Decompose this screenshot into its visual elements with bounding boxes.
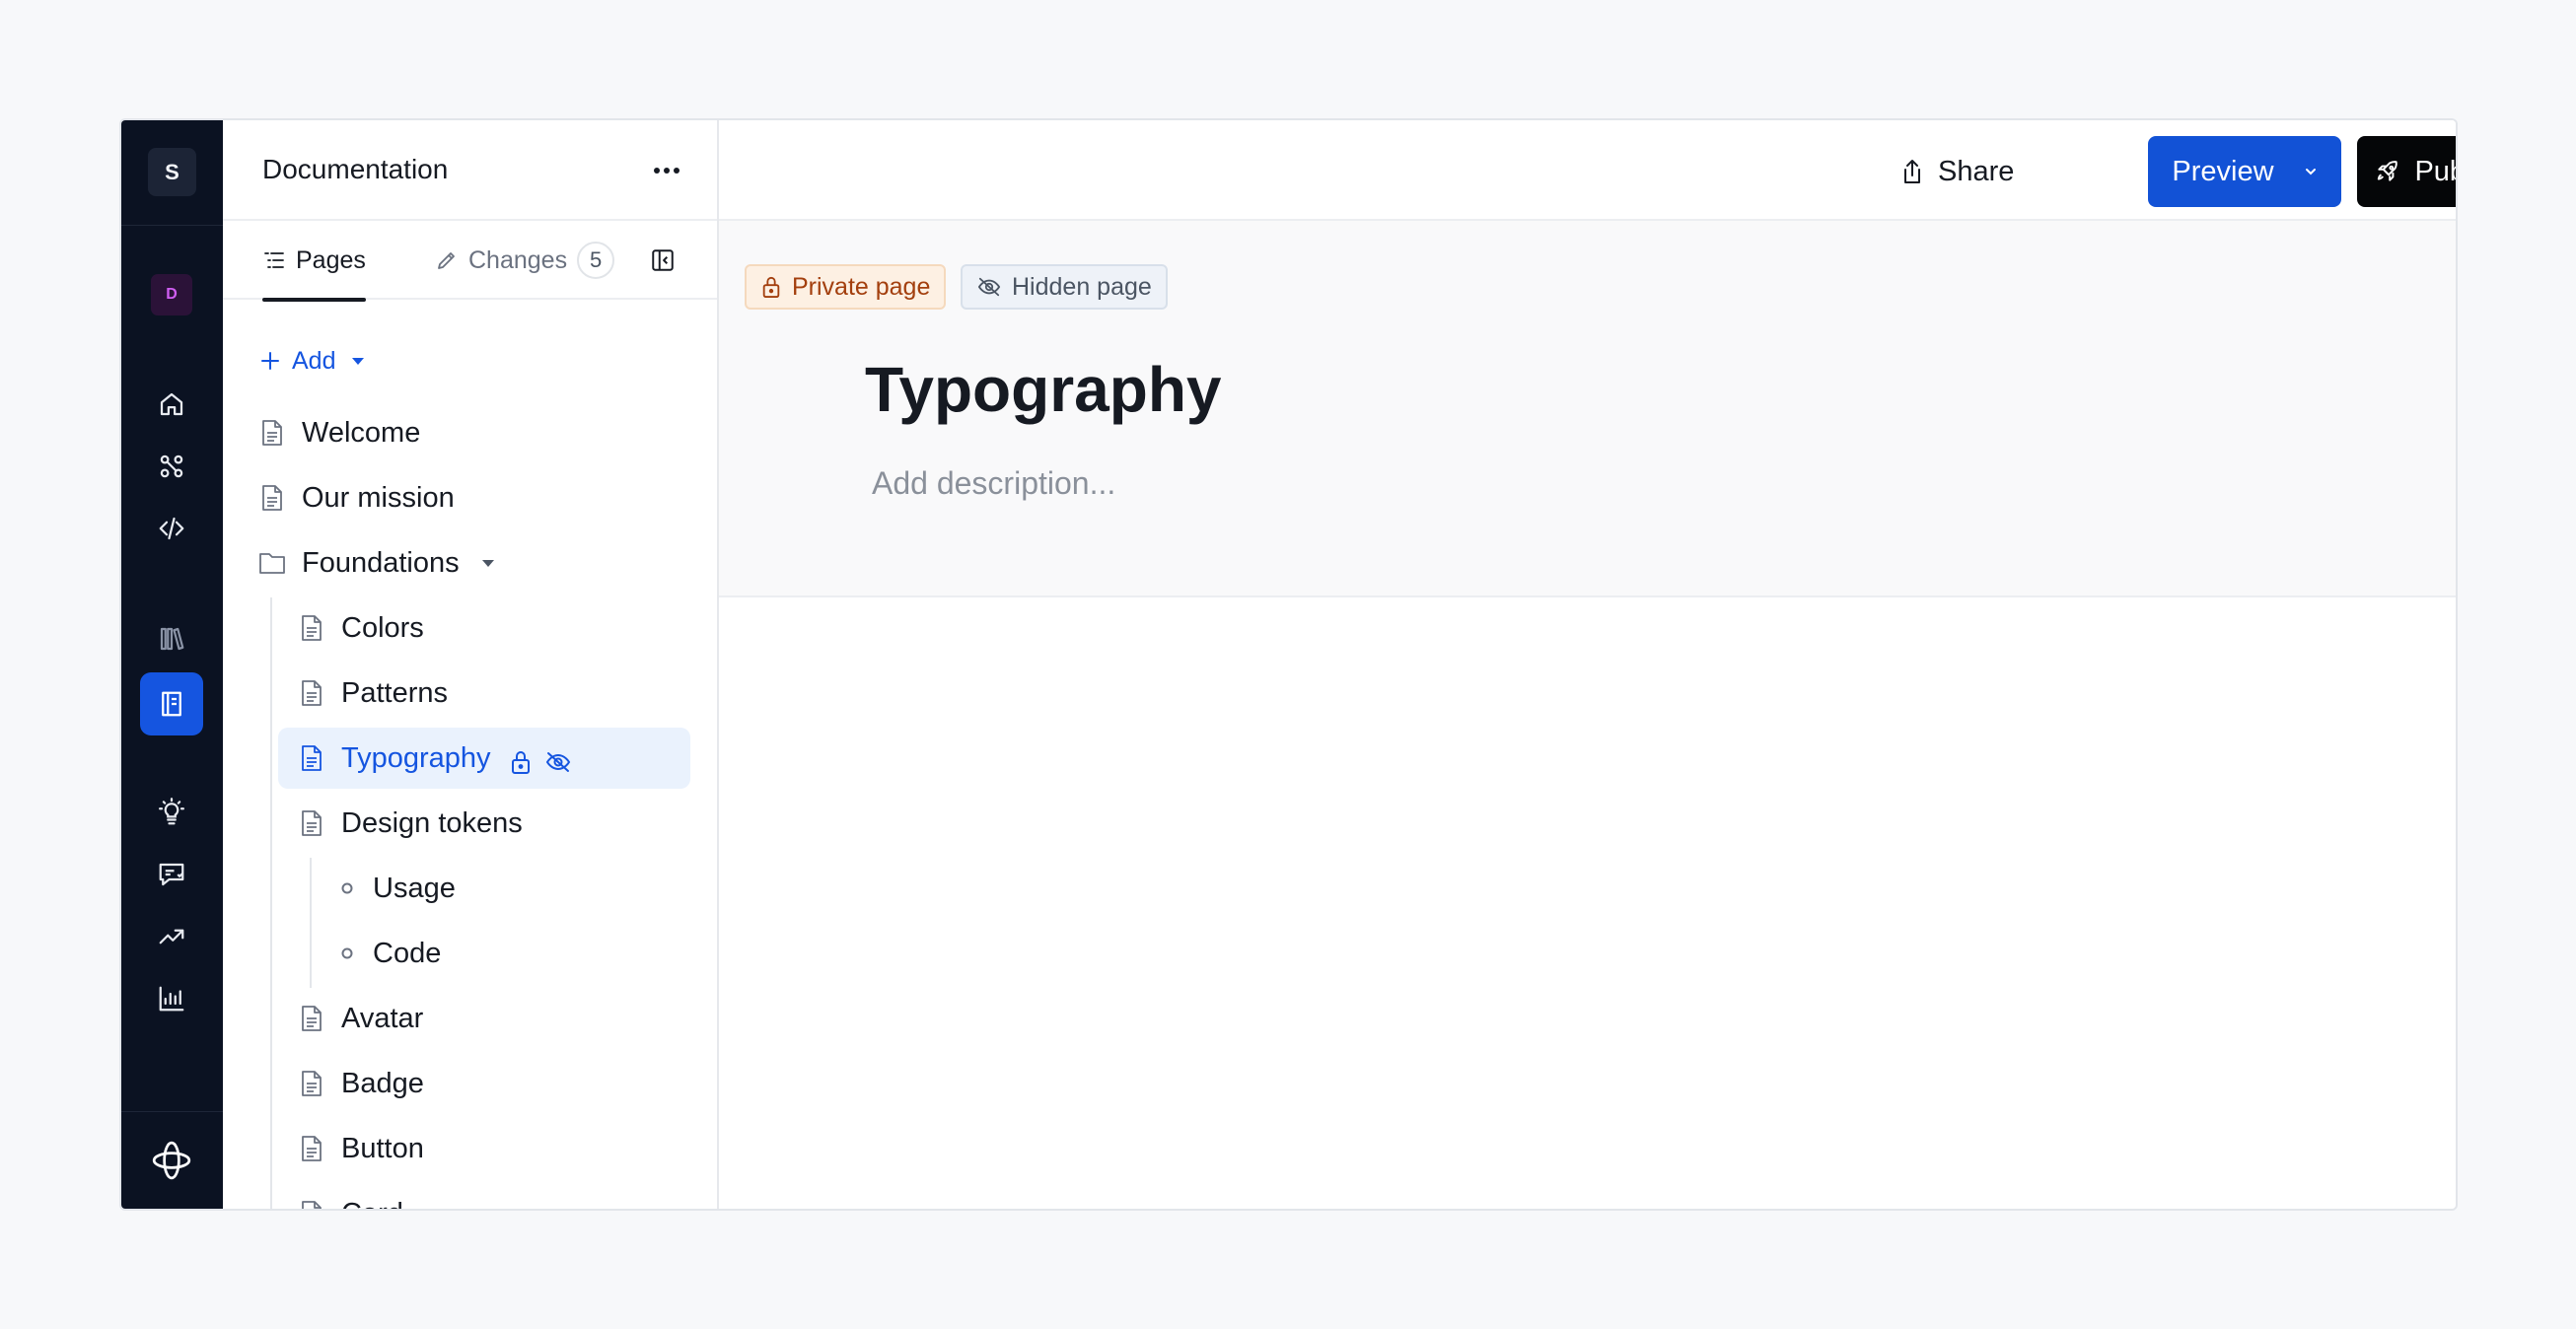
share-icon — [1900, 158, 1924, 185]
document-icon — [298, 679, 325, 707]
tree-item-avatar[interactable]: Avatar — [298, 988, 423, 1049]
tree-item-typography[interactable]: Typography — [278, 728, 690, 789]
folder-icon — [258, 549, 286, 577]
feedback-icon[interactable] — [140, 843, 203, 906]
eye-off-icon — [976, 276, 1002, 298]
tree-item-patterns[interactable]: Patterns — [298, 663, 448, 724]
sidebar-title: Documentation — [262, 154, 449, 184]
sidebar-tabs: Pages Changes 5 — [223, 221, 717, 302]
tab-pages[interactable]: Pages — [262, 221, 366, 302]
eye-off-icon — [544, 750, 572, 774]
home-icon[interactable] — [140, 373, 203, 436]
tree-item-label: Colors — [341, 611, 424, 644]
tab-changes-label: Changes — [468, 245, 568, 274]
editor-main: Share Preview Publish Private page Hidde… — [719, 120, 2456, 1209]
preview-button[interactable]: Preview — [2148, 136, 2341, 207]
changes-count-badge: 5 — [577, 242, 615, 279]
collapse-sidebar-icon[interactable] — [645, 243, 680, 278]
tree-item-label: Welcome — [302, 416, 421, 449]
tree-item-usage[interactable]: Usage — [337, 858, 456, 919]
tree-item-design-tokens[interactable]: Design tokens — [298, 793, 523, 854]
document-icon — [298, 1070, 325, 1097]
document-icon — [298, 1135, 325, 1162]
tree-item-code[interactable]: Code — [337, 923, 441, 984]
tree-item-card[interactable]: Card — [298, 1183, 403, 1210]
caret-down-icon — [351, 356, 365, 366]
share-button[interactable]: Share — [1883, 136, 2032, 207]
code-icon[interactable] — [140, 497, 203, 560]
app-window: S D Documentation Pages Changes 5 Add We… — [119, 118, 2458, 1211]
bullet-icon — [337, 940, 357, 967]
design-system-avatar[interactable]: D — [151, 274, 192, 315]
document-icon — [258, 484, 286, 512]
tree-item-foundations[interactable]: Foundations — [258, 532, 495, 594]
tree-item-label: Foundations — [302, 546, 460, 579]
tree-item-label: Patterns — [341, 676, 448, 709]
tree-item-badge[interactable]: Badge — [298, 1053, 424, 1114]
lock-icon — [509, 749, 533, 775]
brand-logo-icon[interactable] — [147, 1136, 196, 1185]
rail-divider — [121, 225, 223, 226]
tree-item-button[interactable]: Button — [298, 1118, 424, 1179]
tree-item-welcome[interactable]: Welcome — [258, 402, 420, 463]
tree-item-our-mission[interactable]: Our mission — [258, 467, 455, 528]
rail-divider — [121, 1111, 223, 1112]
document-icon — [298, 744, 325, 772]
add-label: Add — [292, 346, 336, 375]
tree-guide-line — [270, 597, 272, 1209]
chevron-down-icon[interactable] — [2304, 167, 2318, 176]
private-page-label: Private page — [792, 272, 931, 301]
plus-icon — [258, 349, 282, 373]
documentation-icon[interactable] — [140, 672, 203, 735]
private-page-badge[interactable]: Private page — [745, 264, 947, 310]
hidden-page-badge[interactable]: Hidden page — [961, 264, 1168, 310]
pages-sidebar: Documentation Pages Changes 5 Add Welcom… — [223, 120, 719, 1209]
analytics-icon[interactable] — [140, 967, 203, 1030]
more-options-icon[interactable] — [647, 156, 686, 185]
trending-icon[interactable] — [140, 905, 203, 968]
document-icon — [298, 1200, 325, 1209]
document-icon — [298, 809, 325, 837]
sidebar-header: Documentation — [223, 120, 717, 221]
tab-changes[interactable]: Changes 5 — [435, 221, 615, 300]
document-icon — [258, 419, 286, 447]
lock-icon — [760, 275, 782, 299]
preview-label: Preview — [2172, 155, 2274, 187]
tree-item-label: Card — [341, 1198, 403, 1210]
tree-item-label: Design tokens — [341, 806, 523, 839]
share-label: Share — [1938, 155, 2015, 187]
tree-guide-line — [310, 858, 312, 988]
document-icon — [298, 1005, 325, 1032]
tree-item-label: Our mission — [302, 481, 455, 514]
tree-item-colors[interactable]: Colors — [298, 597, 424, 659]
add-page-button[interactable]: Add — [258, 341, 365, 381]
insights-icon[interactable] — [140, 781, 203, 844]
list-icon — [262, 248, 286, 272]
hidden-page-label: Hidden page — [1012, 272, 1152, 301]
pencil-icon — [435, 248, 459, 272]
tree-item-label: Avatar — [341, 1002, 424, 1034]
page-title[interactable]: Typography — [865, 353, 1222, 426]
tree-item-label: Code — [373, 937, 442, 969]
tree-item-label: Badge — [341, 1067, 424, 1099]
tab-pages-label: Pages — [296, 245, 366, 274]
rocket-icon — [2375, 159, 2400, 184]
components-icon[interactable] — [140, 435, 203, 498]
caret-down-icon[interactable] — [481, 558, 495, 568]
editor-toolbar: Share Preview Publish — [719, 120, 2456, 221]
tree-item-label: Typography — [341, 741, 491, 774]
nav-rail: S D — [121, 120, 223, 1209]
library-icon[interactable] — [140, 607, 203, 670]
publish-button[interactable]: Publish — [2357, 136, 2456, 207]
publish-label: Publish — [2414, 155, 2456, 187]
bullet-icon — [337, 874, 357, 902]
workspace-avatar[interactable]: S — [148, 148, 196, 196]
tree-item-label: Usage — [373, 872, 456, 904]
document-icon — [298, 614, 325, 642]
page-description-input[interactable]: Add description... — [872, 465, 1115, 502]
tree-item-label: Button — [341, 1132, 424, 1164]
